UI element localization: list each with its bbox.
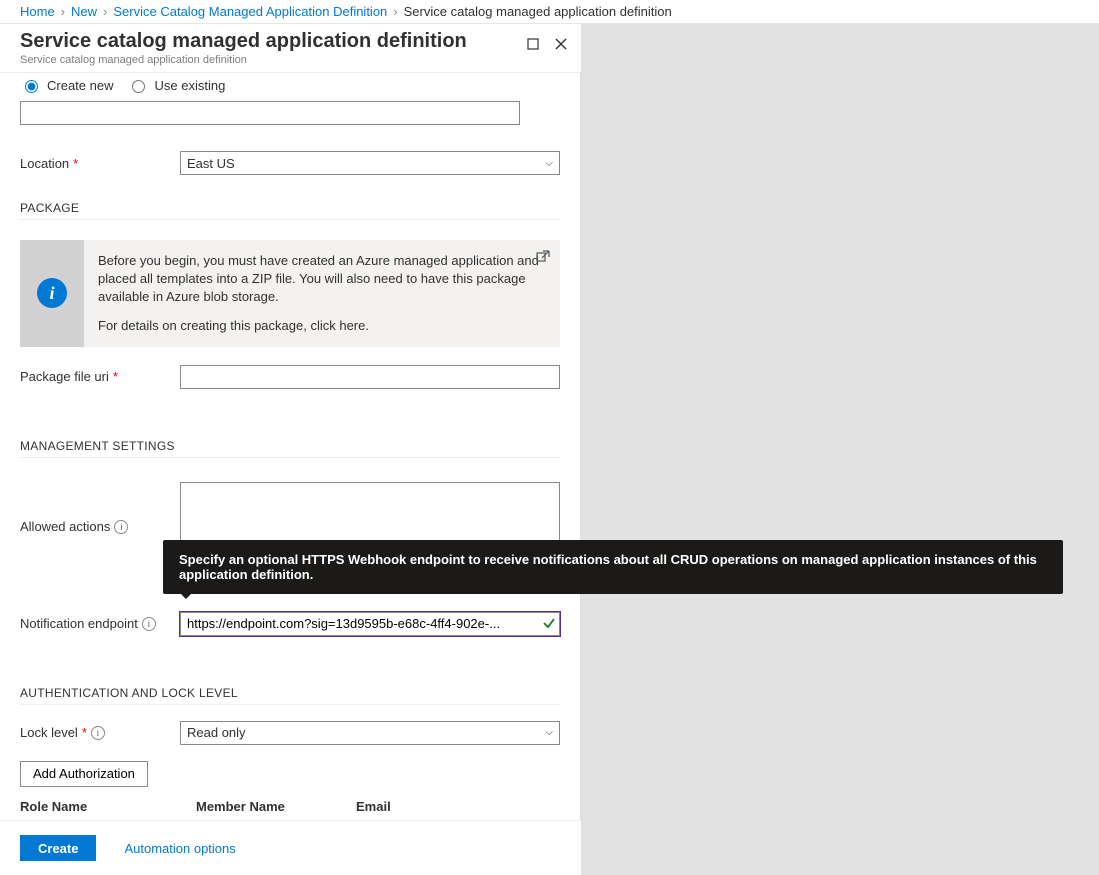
blade: Service catalog managed application defi… — [0, 24, 581, 875]
radio-use-existing[interactable]: Use existing — [127, 77, 225, 93]
breadcrumb-home[interactable]: Home — [20, 4, 55, 19]
required-icon: * — [82, 725, 87, 740]
col-email: Email — [356, 799, 560, 814]
radio-create-new-label: Create new — [47, 78, 113, 93]
breadcrumb-defs[interactable]: Service Catalog Managed Application Defi… — [113, 4, 387, 19]
automation-options-link[interactable]: Automation options — [124, 841, 235, 856]
package-uri-input[interactable] — [180, 365, 560, 389]
create-button[interactable]: Create — [20, 835, 96, 861]
info-tooltip-icon[interactable]: i — [142, 617, 156, 631]
location-select[interactable]: East US ⌵ — [180, 151, 560, 175]
info-tooltip-icon[interactable]: i — [114, 520, 128, 534]
radio-create-new-input[interactable] — [25, 80, 38, 93]
lock-level-value: Read only — [187, 725, 246, 740]
required-icon: * — [73, 156, 78, 171]
col-member-name: Member Name — [196, 799, 356, 814]
lock-level-label: Lock level — [20, 725, 78, 740]
section-package: PACKAGE — [20, 181, 560, 220]
blade-header: Service catalog managed application defi… — [0, 24, 581, 73]
section-management: MANAGEMENT SETTINGS — [20, 419, 560, 458]
notification-endpoint-label: Notification endpoint — [20, 616, 138, 631]
required-icon: * — [113, 369, 118, 384]
external-link-icon[interactable] — [536, 250, 550, 269]
location-value: East US — [187, 156, 235, 171]
add-authorization-button[interactable]: Add Authorization — [20, 761, 148, 787]
close-icon[interactable] — [553, 36, 569, 52]
lock-level-select[interactable]: Read only ⌵ — [180, 721, 560, 745]
info-text-2: For details on creating this package, cl… — [98, 317, 546, 335]
radio-use-existing-input[interactable] — [132, 80, 145, 93]
location-label: Location — [20, 156, 69, 171]
section-auth: AUTHENTICATION AND LOCK LEVEL — [20, 666, 560, 705]
breadcrumb-new[interactable]: New — [71, 4, 97, 19]
breadcrumb-current: Service catalog managed application defi… — [404, 4, 672, 19]
blade-footer: Create Automation options — [0, 820, 581, 875]
radio-create-new[interactable]: Create new — [20, 77, 113, 93]
page-subtitle: Service catalog managed application defi… — [20, 54, 561, 66]
info-box: i Before you begin, you must have create… — [20, 240, 560, 347]
chevron-down-icon: ⌵ — [545, 727, 559, 738]
package-uri-label: Package file uri — [20, 369, 109, 384]
resource-group-input[interactable] — [20, 101, 520, 125]
allowed-actions-label: Allowed actions — [20, 519, 110, 534]
chevron-right-icon: › — [103, 4, 107, 19]
check-icon — [542, 616, 556, 633]
chevron-down-icon: ⌵ — [545, 158, 559, 169]
notification-endpoint-input[interactable] — [180, 612, 560, 636]
blade-body[interactable]: Create new Use existing Location * East … — [0, 73, 581, 820]
chevron-right-icon: › — [61, 4, 65, 19]
col-role-name: Role Name — [20, 799, 196, 814]
tooltip: Specify an optional HTTPS Webhook endpoi… — [163, 540, 1063, 594]
info-icon-pad: i — [20, 240, 84, 347]
info-text-1: Before you begin, you must have created … — [98, 252, 546, 307]
chevron-right-icon: › — [393, 4, 397, 19]
page-title: Service catalog managed application defi… — [20, 30, 561, 53]
breadcrumb: Home › New › Service Catalog Managed App… — [0, 0, 1099, 24]
info-icon: i — [37, 278, 67, 308]
radio-use-existing-label: Use existing — [154, 78, 225, 93]
info-tooltip-icon[interactable]: i — [91, 726, 105, 740]
maximize-icon[interactable] — [525, 36, 541, 52]
auth-table-header: Role Name Member Name Email — [20, 791, 560, 820]
